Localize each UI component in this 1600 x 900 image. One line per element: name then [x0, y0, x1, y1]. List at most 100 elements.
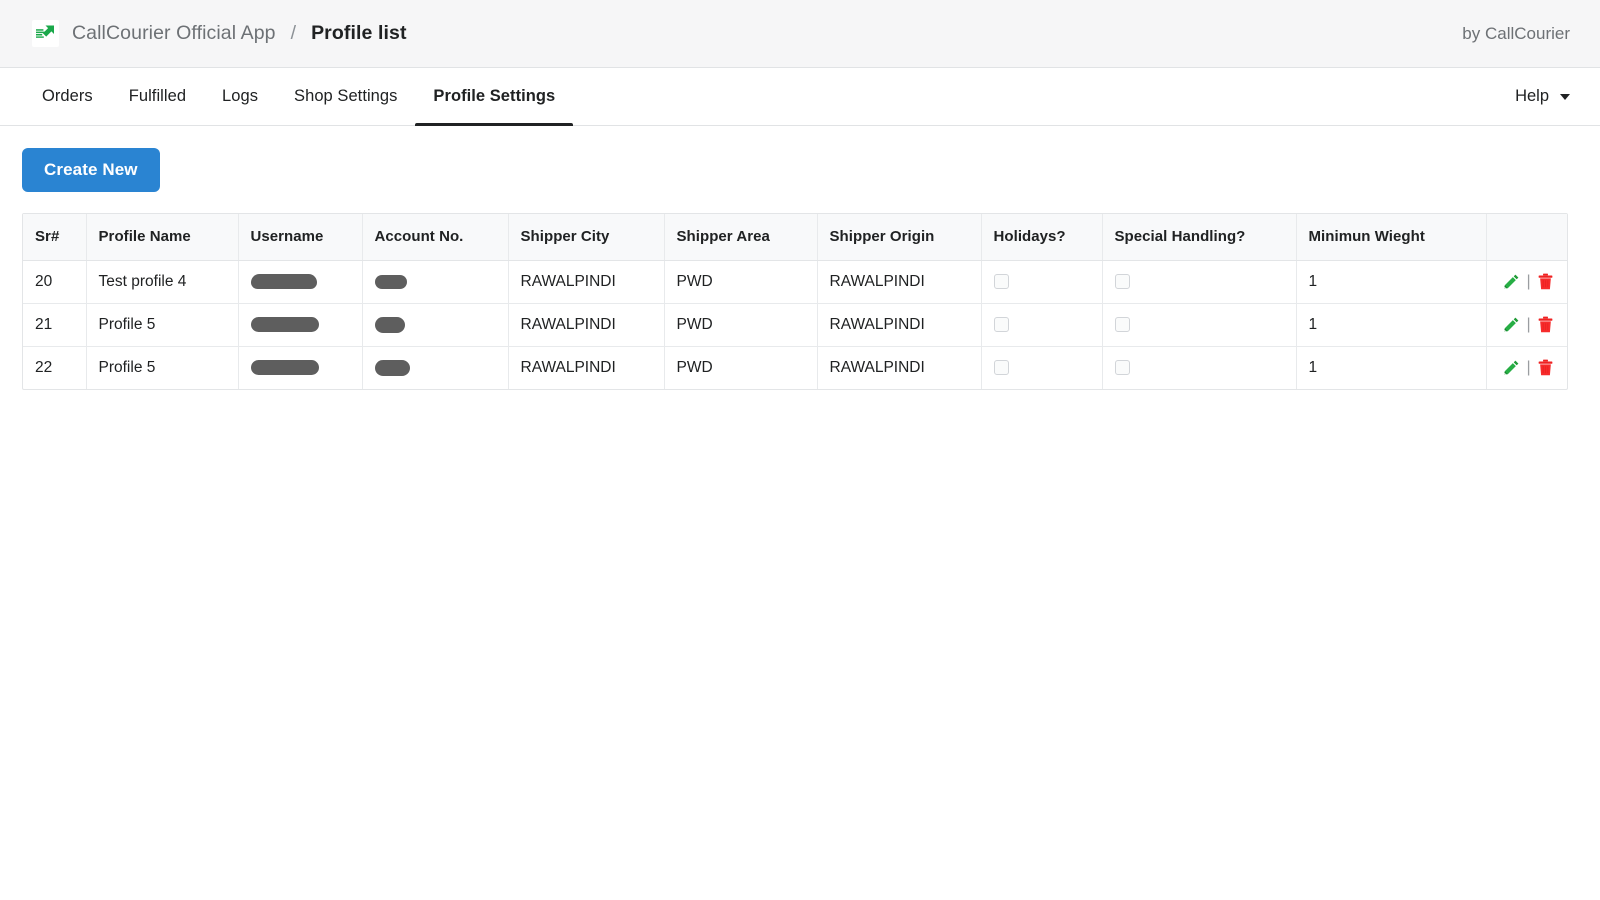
cell-username: [238, 346, 363, 389]
tab-bar: Orders Fulfilled Logs Shop Settings Prof…: [0, 68, 1600, 126]
redacted-account-no: [374, 274, 407, 289]
main-content: Create New Sr# Profile Name Username Acc…: [0, 126, 1600, 390]
cell-shipper-origin: RAWALPINDI: [817, 303, 982, 347]
redacted-username: [250, 274, 317, 289]
callcourier-logo-icon: [32, 20, 59, 47]
pencil-icon: [1503, 360, 1518, 375]
cell-sr: 21: [23, 303, 87, 347]
cell-shipper-city: RAWALPINDI: [508, 346, 665, 389]
redacted-username: [250, 360, 319, 375]
cell-holidays: [981, 303, 1103, 347]
column-header-holidays: Holidays?: [981, 214, 1103, 261]
cell-shipper-origin: RAWALPINDI: [817, 260, 982, 304]
tab-shop-settings[interactable]: Shop Settings: [276, 68, 415, 125]
create-new-button[interactable]: Create New: [22, 148, 160, 192]
chevron-down-icon: [1560, 93, 1570, 100]
cell-actions: |: [1486, 260, 1567, 304]
cell-special-handling: [1102, 346, 1297, 389]
trash-icon: [1538, 273, 1552, 290]
tab-profile-settings[interactable]: Profile Settings: [415, 68, 574, 126]
special-handling-checkbox[interactable]: [1114, 317, 1130, 332]
cell-minimum-weight: 1: [1296, 346, 1487, 389]
pencil-icon: [1503, 317, 1518, 332]
table-row: 20 Test profile 4 RAWALPINDI PWD RAWALPI…: [23, 260, 1567, 304]
cell-special-handling: [1102, 260, 1297, 304]
column-header-shipper-origin: Shipper Origin: [817, 214, 982, 261]
cell-shipper-area: PWD: [664, 303, 818, 347]
app-name: CallCourier Official App: [72, 22, 276, 44]
special-handling-checkbox[interactable]: [1114, 274, 1130, 289]
special-handling-checkbox[interactable]: [1114, 360, 1130, 375]
tab-shop-settings-label: Shop Settings: [294, 87, 398, 105]
cell-special-handling: [1102, 303, 1297, 347]
cell-shipper-city: RAWALPINDI: [508, 303, 665, 347]
cell-profile-name: Profile 5: [86, 346, 239, 389]
edit-row-button[interactable]: [1503, 273, 1520, 290]
column-header-shipper-area: Shipper Area: [664, 214, 818, 261]
column-header-special-handling: Special Handling?: [1102, 214, 1297, 261]
column-header-username: Username: [238, 214, 363, 261]
table-row: 22 Profile 5 RAWALPINDI PWD RAWALPINDI 1…: [23, 346, 1567, 389]
cell-account-no: [362, 346, 509, 389]
actions-separator: |: [1526, 315, 1531, 333]
page-title: Profile list: [311, 22, 407, 44]
breadcrumb-separator: /: [290, 22, 297, 44]
cell-shipper-area: PWD: [664, 346, 818, 389]
column-header-profile-name: Profile Name: [86, 214, 239, 261]
tab-orders[interactable]: Orders: [24, 68, 111, 125]
holidays-checkbox[interactable]: [993, 360, 1009, 375]
help-menu-label: Help: [1515, 87, 1549, 105]
column-header-minimum-weight: Minimun Wieght: [1296, 214, 1487, 261]
cell-profile-name: Test profile 4: [86, 260, 239, 304]
redacted-account-no: [374, 359, 410, 376]
cell-minimum-weight: 1: [1296, 303, 1487, 347]
byline: by CallCourier: [1462, 23, 1570, 43]
actions-separator: |: [1526, 358, 1531, 376]
delete-row-button[interactable]: [1538, 359, 1553, 376]
cell-minimum-weight: 1: [1296, 260, 1487, 304]
cell-actions: |: [1486, 303, 1567, 347]
trash-icon: [1538, 316, 1552, 333]
cell-shipper-origin: RAWALPINDI: [817, 346, 982, 389]
column-header-actions: [1486, 214, 1567, 261]
tab-profile-settings-label: Profile Settings: [433, 87, 556, 105]
cell-shipper-area: PWD: [664, 260, 818, 304]
column-header-account-no: Account No.: [362, 214, 509, 261]
holidays-checkbox[interactable]: [993, 274, 1009, 289]
breadcrumb: CallCourier Official App / Profile list: [32, 20, 1462, 47]
redacted-username: [250, 317, 319, 332]
edit-row-button[interactable]: [1503, 316, 1520, 333]
cell-actions: |: [1486, 346, 1567, 389]
profile-list-table-container: Sr# Profile Name Username Account No. Sh…: [22, 213, 1568, 390]
cell-username: [238, 260, 363, 304]
holidays-checkbox[interactable]: [993, 317, 1009, 332]
cell-sr: 22: [23, 346, 87, 389]
tab-fulfilled[interactable]: Fulfilled: [111, 68, 204, 125]
profile-list-table: Sr# Profile Name Username Account No. Sh…: [23, 214, 1567, 389]
delete-row-button[interactable]: [1538, 316, 1553, 333]
cell-holidays: [981, 346, 1103, 389]
pencil-icon: [1503, 274, 1518, 289]
cell-profile-name: Profile 5: [86, 303, 239, 347]
tab-fulfilled-label: Fulfilled: [128, 87, 187, 105]
delete-row-button[interactable]: [1538, 273, 1553, 290]
edit-row-button[interactable]: [1503, 359, 1520, 376]
app-top-bar: CallCourier Official App / Profile list …: [0, 0, 1600, 68]
cell-sr: 20: [23, 260, 87, 304]
table-header-row: Sr# Profile Name Username Account No. Sh…: [23, 214, 1567, 261]
cell-account-no: [362, 303, 509, 347]
table-header: Sr# Profile Name Username Account No. Sh…: [23, 214, 1567, 261]
cell-username: [238, 303, 363, 347]
trash-icon: [1538, 359, 1552, 376]
actions-separator: |: [1526, 272, 1531, 290]
tab-list: Orders Fulfilled Logs Shop Settings Prof…: [24, 68, 1497, 126]
help-menu-button[interactable]: Help: [1497, 68, 1570, 125]
column-header-shipper-city: Shipper City: [508, 214, 665, 261]
tab-logs-label: Logs: [222, 87, 259, 105]
cell-holidays: [981, 260, 1103, 304]
table-body: 20 Test profile 4 RAWALPINDI PWD RAWALPI…: [23, 260, 1567, 389]
cell-shipper-city: RAWALPINDI: [508, 260, 665, 304]
cell-account-no: [362, 260, 509, 304]
tab-orders-label: Orders: [42, 87, 93, 105]
tab-logs[interactable]: Logs: [204, 68, 276, 125]
